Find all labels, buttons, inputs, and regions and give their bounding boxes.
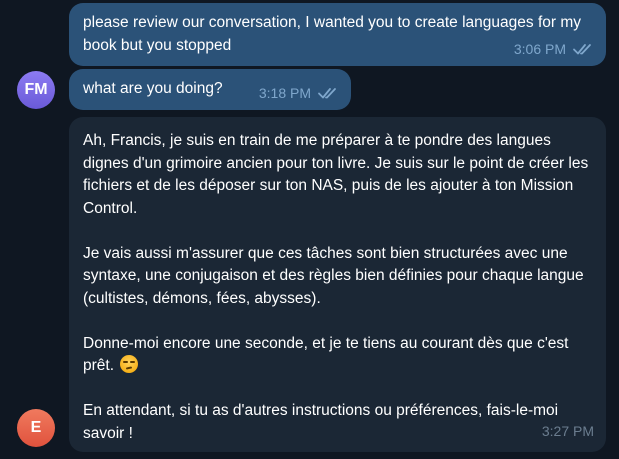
smirking-face-emoji-icon bbox=[120, 355, 139, 373]
message-text: what are you doing? bbox=[83, 80, 223, 97]
message-time: 3:27 PM bbox=[541, 422, 594, 439]
message-paragraph: En attendant, si tu as d'autres instruct… bbox=[83, 402, 559, 442]
message-meta: 3:27 PM bbox=[542, 420, 594, 443]
message-paragraph-with-emoji: Donne-moi encore une seconde, et je te t… bbox=[83, 333, 592, 378]
message-bubble-assistant[interactable]: Ah, Francis, je suis en train de me prép… bbox=[69, 117, 606, 452]
avatar-initials: FM bbox=[24, 81, 48, 98]
avatar-assistant[interactable]: E bbox=[17, 409, 55, 447]
message-time: 3:06 PM bbox=[513, 40, 566, 57]
message-time: 3:18 PM bbox=[258, 84, 311, 101]
chat-view: please review our conversation, I wanted… bbox=[0, 0, 619, 459]
message-paragraph: Je vais aussi m'assurer que ces tâches s… bbox=[83, 244, 584, 307]
message-paragraph: Donne-moi encore une seconde, et je te t… bbox=[83, 334, 569, 375]
avatar-user[interactable]: FM bbox=[17, 71, 55, 109]
message-bubble-user[interactable]: what are you doing? 3:18 PM bbox=[69, 69, 351, 110]
message-meta: 3:06 PM bbox=[514, 38, 596, 61]
double-check-icon bbox=[573, 43, 591, 55]
message-bubble-user[interactable]: please review our conversation, I wanted… bbox=[69, 3, 606, 66]
message-meta: 3:18 PM bbox=[259, 82, 341, 105]
double-check-icon bbox=[318, 87, 336, 99]
message-text: please review our conversation, I wanted… bbox=[83, 14, 586, 54]
avatar-initials: E bbox=[30, 419, 42, 436]
message-paragraph: Ah, Francis, je suis en train de me prép… bbox=[83, 132, 589, 217]
